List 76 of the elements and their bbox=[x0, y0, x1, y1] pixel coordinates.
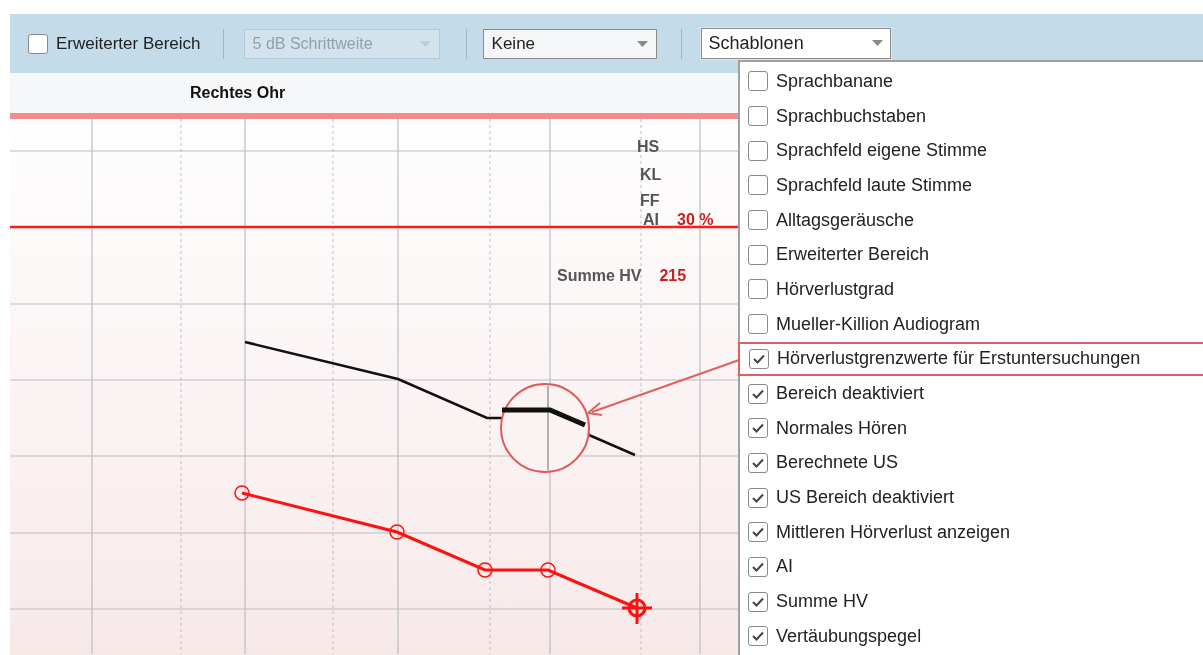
checkmark-icon bbox=[752, 527, 764, 538]
checkmark-icon bbox=[752, 631, 764, 642]
checkmark-icon bbox=[752, 492, 764, 503]
masking-dropdown[interactable]: Keine bbox=[482, 28, 657, 59]
menu-item[interactable]: Sprachbanane bbox=[740, 64, 1203, 99]
menu-item[interactable]: Mueller-Killion Audiogram bbox=[740, 306, 1203, 342]
caret-icon bbox=[419, 40, 431, 47]
menu-item[interactable]: Bereich deaktiviert bbox=[740, 376, 1203, 411]
checkbox[interactable] bbox=[748, 383, 768, 404]
templates-dropdown[interactable]: Schablonen bbox=[700, 27, 891, 59]
menu-item-label: Alltagsgeräusche bbox=[776, 208, 915, 232]
menu-item-label: Summe HV bbox=[776, 590, 869, 614]
menu-item[interactable]: Vertäubungspegel bbox=[740, 619, 1203, 654]
caret-icon bbox=[636, 40, 648, 47]
checkbox[interactable] bbox=[748, 140, 768, 161]
menu-item-label: Hörverlustgrenzwerte für Erstuntersuchungen bbox=[777, 347, 1141, 371]
menu-item[interactable]: Berechnete US bbox=[740, 445, 1203, 481]
checkbox[interactable] bbox=[748, 244, 768, 265]
checkmark-icon bbox=[752, 561, 764, 572]
checkbox[interactable] bbox=[748, 556, 768, 577]
menu-item[interactable]: Erweiterter Bereich bbox=[740, 237, 1203, 273]
menu-item[interactable]: Sprachfeld laute Stimme bbox=[740, 168, 1203, 203]
checkmark-icon bbox=[752, 388, 764, 399]
chart-label: HS bbox=[637, 137, 660, 157]
chart-label: AI bbox=[643, 210, 659, 230]
menu-item-label: Mittleren Hörverlust anzeigen bbox=[776, 520, 1011, 544]
menu-item-label: Mueller-Killion Audiogram bbox=[776, 312, 981, 336]
chart-label: FF bbox=[640, 191, 660, 211]
menu-item[interactable]: US Bereich deaktiviert bbox=[740, 480, 1203, 515]
menu-item[interactable]: Mittleren Hörverlust anzeigen bbox=[740, 514, 1203, 550]
checkbox[interactable] bbox=[748, 314, 768, 335]
menu-item-label: Bereich deaktiviert bbox=[776, 382, 925, 406]
checkbox[interactable] bbox=[748, 210, 768, 231]
chart-label: KL bbox=[640, 165, 662, 185]
checkbox[interactable] bbox=[749, 348, 769, 369]
menu-item-label: Erweiterter Bereich bbox=[776, 243, 930, 267]
menu-item[interactable]: Normales Hören bbox=[740, 410, 1203, 446]
checkmark-icon bbox=[753, 353, 765, 364]
menu-item-label: Hörverlustgrad bbox=[776, 277, 895, 301]
checkbox[interactable] bbox=[748, 522, 768, 543]
checkbox[interactable] bbox=[748, 487, 768, 508]
checkbox[interactable] bbox=[28, 33, 48, 54]
menu-item-label: Sprachbanane bbox=[776, 69, 894, 93]
checkbox[interactable] bbox=[748, 591, 768, 612]
menu-item[interactable]: Sprachbuchstaben bbox=[740, 98, 1203, 134]
chart-label: Summe HV bbox=[557, 266, 642, 286]
checkbox[interactable] bbox=[748, 626, 768, 647]
menu-item-label: Sprachfeld laute Stimme bbox=[776, 173, 973, 197]
chart-value: 30 % bbox=[677, 210, 714, 230]
menu-item[interactable]: Alltagsgeräusche bbox=[740, 202, 1203, 238]
menu-item-label: US Bereich deaktiviert bbox=[776, 486, 955, 510]
menu-item-label: AI bbox=[776, 555, 793, 579]
menu-item[interactable]: AI bbox=[740, 549, 1203, 585]
chart-title: Rechtes Ohr bbox=[190, 83, 286, 103]
menu-item-label: Berechnete US bbox=[776, 451, 899, 475]
checkmark-icon bbox=[752, 423, 764, 434]
menu-item-label: Vertäubungspegel bbox=[776, 624, 922, 648]
menu-item-label: Sprachfeld eigene Stimme bbox=[776, 139, 988, 163]
menu-item[interactable]: Sprachfeld eigene Stimme bbox=[740, 133, 1203, 169]
menu-item[interactable]: Hörverlustgrad bbox=[740, 272, 1203, 307]
menu-item[interactable]: Hörverlustgrenzwerte für Erstuntersuchungen bbox=[738, 341, 1203, 377]
menu-item-label: Sprachbuchstaben bbox=[776, 104, 927, 128]
checkmark-icon bbox=[752, 596, 764, 607]
checkbox[interactable] bbox=[748, 418, 768, 439]
checkbox[interactable] bbox=[748, 175, 768, 196]
checkbox[interactable] bbox=[748, 279, 768, 300]
checkbox[interactable] bbox=[748, 106, 768, 127]
caret-icon bbox=[871, 40, 883, 46]
checkmark-icon bbox=[752, 457, 764, 468]
menu-item[interactable]: Summe HV bbox=[740, 584, 1203, 619]
chart-value: 215 bbox=[659, 266, 687, 286]
checkbox[interactable] bbox=[748, 71, 768, 92]
checkbox[interactable] bbox=[748, 452, 768, 473]
extended-range-checkbox-row[interactable]: Erweiterter Bereich bbox=[28, 30, 201, 57]
checkbox-label: Erweiterter Bereich bbox=[56, 32, 201, 55]
menu-item-label: Normales Hören bbox=[776, 416, 908, 440]
